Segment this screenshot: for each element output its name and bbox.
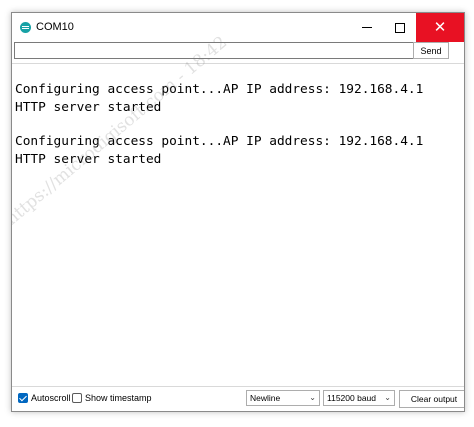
- status-bar: Autoscroll Show timestamp Newline ⌄ 1152…: [12, 386, 464, 411]
- line-ending-select[interactable]: Newline ⌄: [246, 390, 320, 406]
- chevron-down-icon: ⌄: [309, 393, 316, 402]
- send-button[interactable]: Send: [413, 42, 449, 59]
- clear-output-button[interactable]: Clear output: [399, 390, 464, 408]
- chevron-down-icon: ⌄: [384, 393, 391, 402]
- close-icon: ✕: [433, 18, 447, 36]
- baud-rate-select[interactable]: 115200 baud ⌄: [323, 390, 395, 406]
- maximize-button[interactable]: [383, 13, 416, 42]
- arduino-icon: [20, 22, 31, 33]
- show-timestamp-checkbox[interactable]: [72, 393, 82, 403]
- serial-output[interactable]: Configuring access point...AP IP address…: [12, 32, 464, 386]
- window-title: COM10: [36, 21, 74, 33]
- send-bar: Send: [12, 42, 464, 64]
- autoscroll-label: Autoscroll: [31, 393, 71, 403]
- baud-rate-value: 115200 baud: [327, 393, 377, 403]
- maximize-icon: [394, 22, 405, 33]
- minimize-icon: [361, 27, 372, 28]
- line-ending-value: Newline: [250, 393, 281, 403]
- output-line: Configuring access point...AP IP address…: [15, 82, 424, 97]
- show-timestamp-label: Show timestamp: [85, 393, 152, 403]
- minimize-button[interactable]: [350, 13, 383, 42]
- title-bar[interactable]: COM10 ✕: [12, 13, 464, 42]
- output-line: Configuring access point...AP IP address…: [15, 134, 424, 149]
- autoscroll-checkbox[interactable]: [18, 393, 28, 403]
- close-button[interactable]: ✕: [416, 13, 464, 42]
- serial-monitor-window: COM10 ✕ Send Configuring access point...…: [11, 12, 465, 412]
